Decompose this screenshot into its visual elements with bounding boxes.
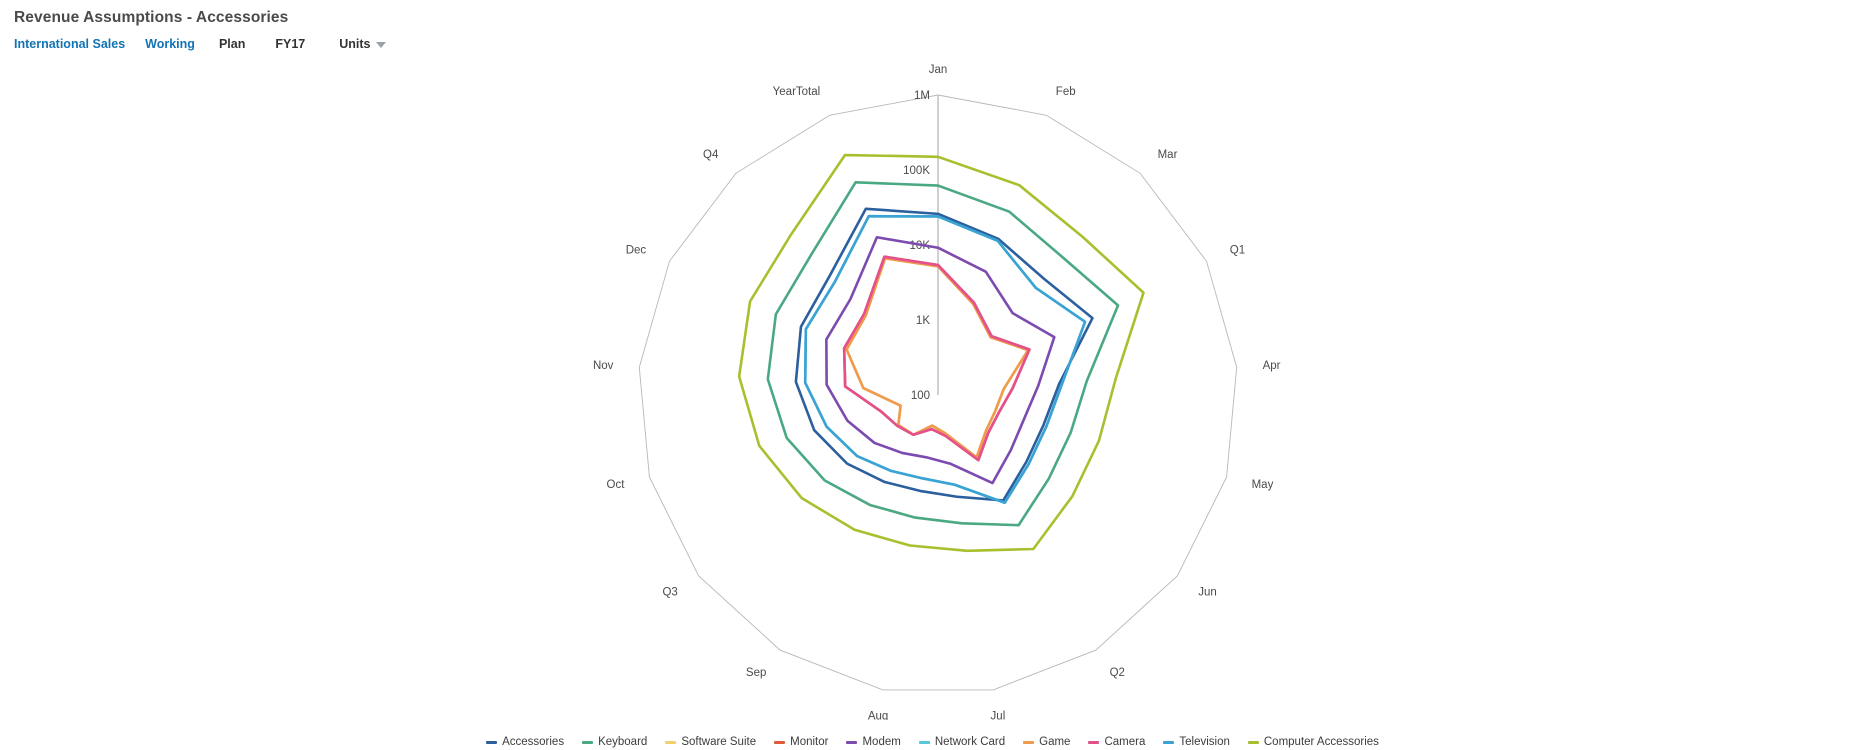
category-label-oct: Oct bbox=[607, 479, 626, 491]
radial-tick-label-1M: 1M bbox=[914, 90, 930, 102]
category-labels: Jan Feb Mar Q1 Apr May Jun Q2 Jul Aug Sep Q3 Oct Nov D… bbox=[593, 64, 1281, 720]
radial-tick-label-1K: 1K bbox=[916, 315, 930, 327]
legend-item-game[interactable]: Game bbox=[1023, 735, 1070, 749]
category-label-dec: Dec bbox=[626, 245, 647, 257]
legend-item-modem[interactable]: Modem bbox=[846, 735, 901, 749]
category-label-jul: Jul bbox=[991, 710, 1006, 720]
legend-swatch-icon bbox=[582, 740, 594, 744]
legend-item-keyboard[interactable]: Keyboard bbox=[582, 735, 647, 749]
category-label-sep: Sep bbox=[746, 667, 766, 679]
category-label-jan: Jan bbox=[929, 64, 948, 76]
radial-tick-label-100K: 100K bbox=[903, 165, 930, 177]
legend-item-label: Monitor bbox=[790, 736, 829, 748]
category-label-mar: Mar bbox=[1158, 149, 1178, 161]
app-root: Revenue Assumptions - Accessories Intern… bbox=[0, 0, 1865, 750]
radar-series-modem[interactable] bbox=[825, 235, 1056, 485]
chart-legend: Accessories Keyboard Software Suite Monitor… bbox=[0, 735, 1865, 749]
legend-item-network-card[interactable]: Network Card bbox=[918, 735, 1006, 749]
category-label-q4: Q4 bbox=[703, 149, 719, 161]
legend-item-label: Keyboard bbox=[598, 736, 648, 748]
category-label-jun: Jun bbox=[1198, 587, 1217, 599]
legend-item-television[interactable]: Television bbox=[1163, 735, 1230, 749]
radial-tick-label-100: 100 bbox=[911, 390, 930, 402]
category-label-q1: Q1 bbox=[1230, 245, 1245, 257]
category-label-apr: Apr bbox=[1263, 360, 1281, 372]
category-label-q3: Q3 bbox=[662, 587, 677, 599]
legend-swatch-icon bbox=[846, 740, 858, 744]
legend-item-label: Software Suite bbox=[681, 736, 757, 748]
radar-series-television[interactable] bbox=[803, 214, 1087, 505]
legend-swatch-icon bbox=[1023, 740, 1035, 744]
legend-swatch-icon bbox=[1088, 740, 1100, 744]
legend-item-monitor[interactable]: Monitor bbox=[774, 735, 828, 749]
legend-item-accessories[interactable]: Accessories bbox=[486, 735, 564, 749]
legend-swatch-icon bbox=[1163, 740, 1175, 744]
radar-chart: 1001K10K100K1MJanFebMarQ1AprMayJunQ2JulA… bbox=[593, 64, 1281, 720]
radar-chart-container: 100 1K 10K 100K 1M Jan Feb Mar Q1 Apr May Jun Q2 Jul A… bbox=[0, 44, 1865, 720]
page-title: Revenue Assumptions - Accessories bbox=[14, 9, 289, 26]
category-label-aug: Aug bbox=[868, 710, 888, 720]
category-label-nov: Nov bbox=[593, 360, 614, 372]
legend-item-camera[interactable]: Camera bbox=[1088, 735, 1145, 749]
radar-series-keyboard[interactable] bbox=[766, 181, 1120, 527]
legend-item-software-suite[interactable]: Software Suite bbox=[665, 735, 756, 749]
legend-swatch-icon bbox=[774, 740, 786, 744]
radar-series-group bbox=[737, 153, 1145, 553]
legend-item-label: Computer Accessories bbox=[1263, 736, 1379, 748]
legend-swatch-icon bbox=[918, 740, 930, 744]
legend-item-label: Network Card bbox=[934, 736, 1006, 748]
category-label-yeartotal: YearTotal bbox=[773, 86, 821, 98]
legend-swatch-icon bbox=[665, 740, 677, 744]
category-label-may: May bbox=[1252, 479, 1274, 491]
legend-item-label: Modem bbox=[862, 736, 901, 748]
legend-item-label: Camera bbox=[1104, 736, 1146, 748]
legend-item-label: Game bbox=[1039, 736, 1071, 748]
category-label-q2: Q2 bbox=[1110, 667, 1125, 679]
legend-item-label: Television bbox=[1179, 736, 1230, 748]
legend-item-label: Accessories bbox=[502, 736, 565, 748]
legend-swatch-icon bbox=[1247, 740, 1259, 744]
legend-item-computer-accessories[interactable]: Computer Accessories bbox=[1247, 735, 1379, 749]
legend-swatch-icon bbox=[486, 740, 498, 744]
category-label-feb: Feb bbox=[1056, 86, 1076, 98]
